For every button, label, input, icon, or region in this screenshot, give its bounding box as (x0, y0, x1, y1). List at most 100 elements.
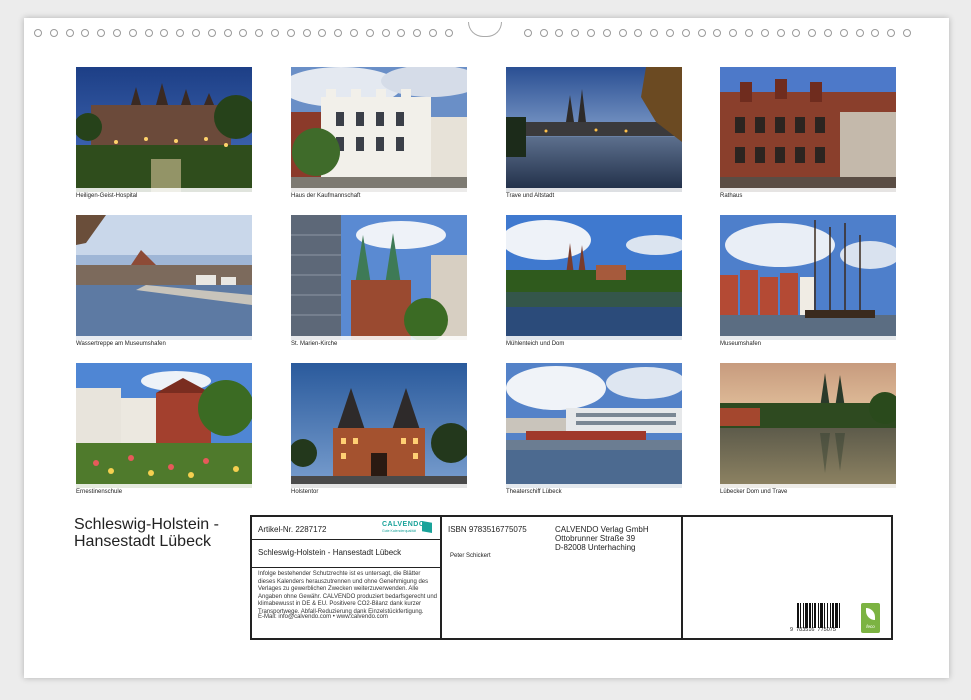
contact-line: E-Mail: info@calvendo.com • www.calvendo… (258, 614, 388, 620)
caption-holstentor: Holstentor (291, 489, 319, 495)
binding-hole (650, 29, 659, 37)
publisher-city: D-82008 Unterhaching (555, 543, 636, 552)
binding-hole (365, 29, 374, 37)
binding-hole (429, 29, 437, 37)
binding-hole (255, 29, 264, 37)
product-title: Schleswig-Holstein - Hansestadt Lübeck (258, 548, 402, 557)
barcode-bar (818, 603, 819, 628)
author-name: Peter Schickert (450, 553, 491, 559)
caption-heiligen-geist-hospital: Heiligen-Geist-Hospital (76, 193, 138, 199)
photo-heiligen-geist-hospital (76, 67, 252, 192)
photo-holstentor (291, 363, 467, 488)
binding-hole (318, 29, 327, 37)
publisher-name: CALVENDO Verlag GmbH (555, 525, 649, 534)
binding-hole (49, 29, 58, 37)
barcode-bar (830, 603, 831, 628)
binding-hole (634, 29, 643, 37)
binding-hole (776, 29, 785, 37)
photo-theaterschiff-luebeck (506, 363, 682, 488)
photo-rathaus (720, 67, 896, 192)
binding-hole (413, 29, 422, 37)
binding-hole (144, 29, 153, 37)
title-line-1: Schleswig-Holstein - (74, 516, 219, 533)
calendar-title: Schleswig-Holstein - Hansestadt Lübeck (74, 516, 219, 550)
binding-hole (855, 29, 864, 37)
photo-haus-der-kaufmannschaft (291, 67, 467, 192)
barcode (797, 603, 847, 628)
caption-st-marien-kirche: St. Marien-Kirche (291, 341, 338, 347)
caption-wassertreppe-museumshafen: Wassertreppe am Museumshafen (76, 341, 166, 347)
binding-hole (350, 29, 358, 37)
barcode-digits: 9 783516 775075 (790, 627, 836, 633)
binding-hole (381, 29, 390, 37)
caption-ernestinenschule: Ernestinenschule (76, 489, 123, 495)
leaf-icon (866, 608, 875, 620)
calvendo-book-icon (422, 521, 432, 533)
binding-hole (302, 29, 311, 37)
binding-hole (444, 29, 453, 37)
info-column-isbn: ISBN 9783516775075 Peter Schickert CALVE… (442, 517, 683, 638)
barcode-bar (820, 603, 823, 628)
info-column-publisher-notes: Artikel-Nr. 2287172 CALVENDO Gute Kalend… (252, 517, 442, 638)
binding-hole (808, 29, 817, 37)
photo-luebecker-dom-und-trave (720, 363, 896, 488)
binding-hole (871, 29, 880, 37)
binding-hole (539, 29, 548, 37)
publisher-address: CALVENDO Verlag GmbH Ottobrunner Straße … (555, 525, 649, 552)
binding-hole (792, 29, 801, 37)
binding-hole (729, 29, 738, 37)
binding-hole (192, 29, 200, 37)
binding-hole (681, 29, 690, 37)
binding-hole (65, 29, 74, 37)
caption-rathaus: Rathaus (720, 193, 743, 199)
binding-hole (839, 29, 848, 37)
photo-ernestinenschule (76, 363, 252, 488)
binding-hole (666, 29, 674, 37)
binding-hole (397, 29, 406, 37)
caption-luebecker-dom-und-trave: Lübecker Dom und Trave (720, 489, 788, 495)
binding-hole (223, 29, 232, 37)
publisher-street: Ottobrunner Straße 39 (555, 534, 636, 543)
binding-hole (271, 29, 279, 37)
binding-hole (745, 29, 753, 37)
eco-label: feco (866, 624, 875, 629)
product-info-box: Artikel-Nr. 2287172 CALVENDO Gute Kalend… (250, 515, 893, 640)
barcode-bar (805, 603, 808, 628)
binding-hole (760, 29, 769, 37)
binding-hole (887, 29, 896, 37)
caption-haus-der-kaufmannschaft: Haus der Kaufmannschaft (291, 193, 361, 199)
binding-hole (571, 29, 580, 37)
binding-hole (602, 29, 611, 37)
binding-hole (523, 29, 532, 37)
caption-museumshafen: Museumshafen (720, 341, 762, 347)
photo-muehlenteich-und-dom (506, 215, 682, 340)
barcode-bar (839, 603, 840, 628)
binding-hole (34, 29, 42, 37)
caption-trave-und-altstadt: Trave und Altstadt (506, 193, 555, 199)
barcode-bar (832, 603, 834, 628)
calvendo-tagline: Gute Kalenderqualität (382, 529, 416, 533)
photo-wassertreppe-museumshafen (76, 215, 252, 340)
info-column-barcode: 9 783516 775075 feco (683, 517, 891, 638)
caption-muehlenteich-und-dom: Mühlenteich und Dom (506, 341, 565, 347)
binding-hole (97, 29, 106, 37)
isbn: ISBN 9783516775075 (448, 525, 527, 534)
binding-hole (176, 29, 185, 37)
photo-museumshafen (720, 215, 896, 340)
binding-hole (113, 29, 121, 37)
photo-st-marien-kirche (291, 215, 467, 340)
binding-hole (128, 29, 137, 37)
barcode-bar (800, 603, 801, 628)
barcode-bar (809, 603, 811, 628)
barcode-bar (814, 603, 816, 628)
binding-hole (207, 29, 216, 37)
barcode-bar (797, 603, 799, 628)
binding-hole (239, 29, 248, 37)
calvendo-logo: CALVENDO Gute Kalenderqualität (382, 521, 434, 535)
calvendo-logo-text: CALVENDO (382, 521, 425, 528)
legal-text: Infolge bestehender Schutzrechte ist es … (258, 571, 437, 615)
binding-hole (334, 29, 343, 37)
barcode-bar (803, 603, 804, 628)
photo-trave-und-altstadt (506, 67, 682, 192)
eco-badge: feco (861, 603, 880, 633)
